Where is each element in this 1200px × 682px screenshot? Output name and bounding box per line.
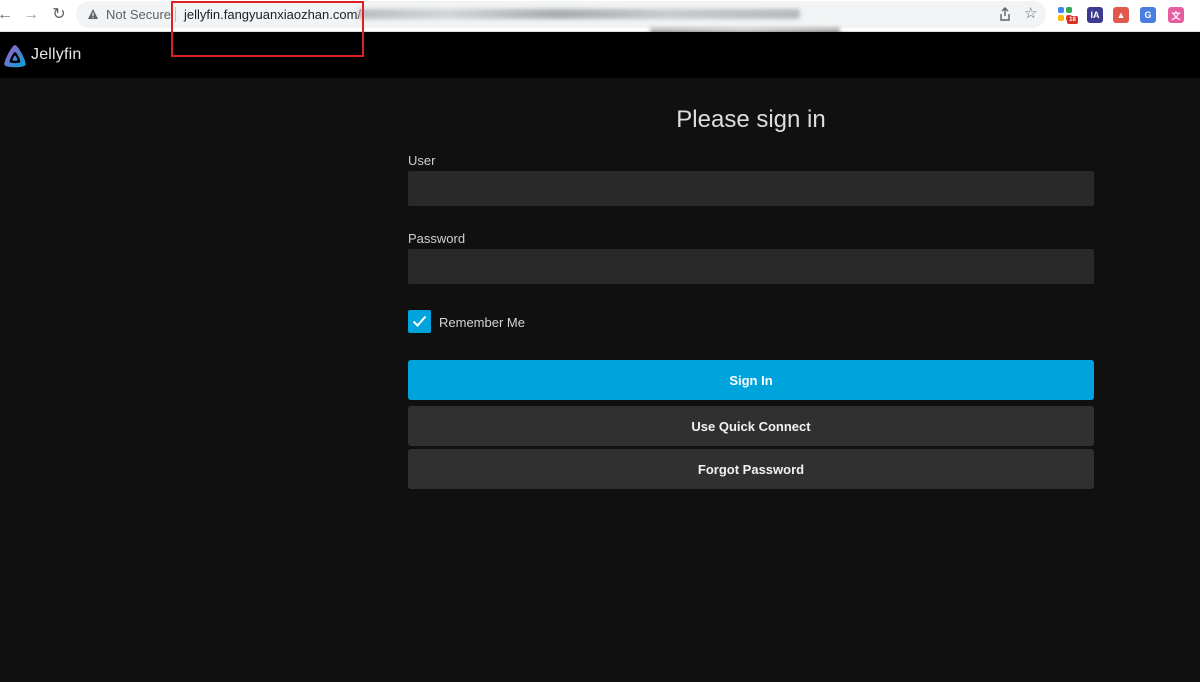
security-status[interactable]: Not Secure: [106, 7, 171, 22]
extension-badge: 18: [1067, 16, 1078, 24]
image-extension-icon[interactable]: ▲: [1113, 7, 1129, 23]
url-highlight-box: [171, 1, 364, 57]
forward-arrow-icon[interactable]: →: [20, 4, 42, 26]
bookmark-star-icon[interactable]: ☆: [1024, 4, 1037, 22]
sign-in-button[interactable]: Sign In: [408, 360, 1094, 400]
app-name[interactable]: Jellyfin: [31, 46, 82, 64]
user-label: User: [408, 153, 436, 168]
remember-me-checkbox[interactable]: [408, 310, 431, 333]
password-input[interactable]: [408, 249, 1094, 284]
reload-icon[interactable]: ↻: [48, 4, 70, 26]
ia-extension-icon[interactable]: IA: [1087, 7, 1103, 23]
redacted-url-path: [358, 9, 800, 19]
language-extension-icon[interactable]: 文: [1168, 7, 1184, 23]
translate-extension-icon[interactable]: G: [1140, 7, 1156, 23]
remember-me-label[interactable]: Remember Me: [439, 315, 525, 330]
user-input[interactable]: [408, 171, 1094, 206]
warning-icon: [88, 9, 98, 19]
jellyfin-logo-icon[interactable]: [2, 43, 28, 69]
password-label: Password: [408, 231, 466, 246]
page-title: Please sign in: [676, 106, 826, 133]
quick-connect-button[interactable]: Use Quick Connect: [408, 406, 1094, 446]
checkmark-icon: [412, 315, 427, 327]
share-icon[interactable]: [998, 7, 1012, 21]
back-arrow-icon[interactable]: ←: [0, 4, 16, 26]
forgot-password-button[interactable]: Forgot Password: [408, 449, 1094, 489]
